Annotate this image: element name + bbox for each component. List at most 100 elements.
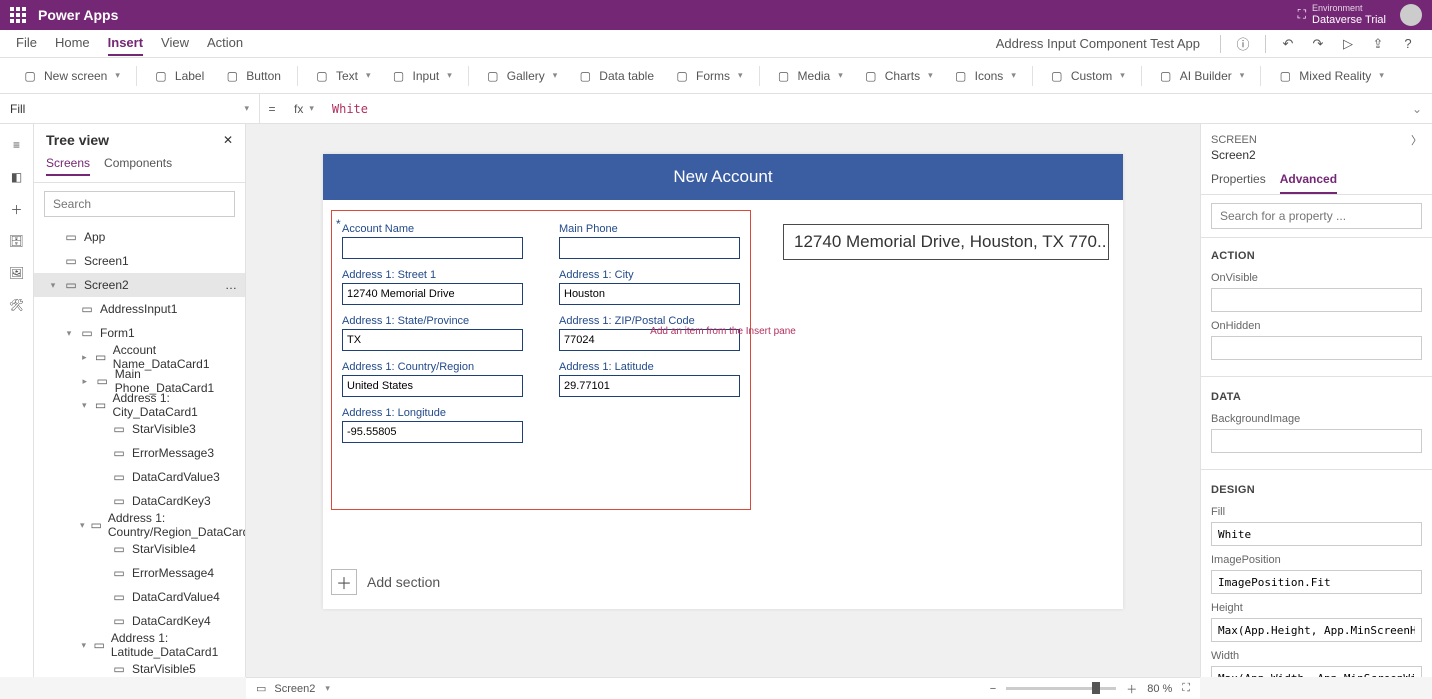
property-input[interactable] — [1211, 570, 1422, 594]
tree-node[interactable]: ▭ErrorMessage4 — [34, 561, 245, 585]
add-icon[interactable]: ＋ — [8, 200, 26, 218]
ribbon-icons[interactable]: ▢Icons▾ — [945, 68, 1024, 84]
twist-icon[interactable]: ▾ — [64, 328, 74, 339]
ribbon-mixed-reality[interactable]: ▢Mixed Reality▾ — [1269, 68, 1392, 84]
tree-node[interactable]: ▭ErrorMessage3 — [34, 441, 245, 465]
menu-insert[interactable]: Insert — [108, 31, 143, 56]
menu-home[interactable]: Home — [55, 31, 90, 56]
tree-node[interactable]: ▭DataCardValue4 — [34, 585, 245, 609]
data-icon[interactable]: 🗄 — [8, 232, 26, 250]
property-input[interactable] — [1211, 618, 1422, 642]
property-input[interactable] — [1211, 429, 1422, 453]
prop-tab-advanced[interactable]: Advanced — [1280, 166, 1337, 194]
ribbon-charts[interactable]: ▢Charts▾ — [855, 68, 941, 84]
tree-node[interactable]: ▭StarVisible3 — [34, 417, 245, 441]
add-section-button[interactable]: ＋ Add section — [331, 569, 440, 595]
formula-input[interactable] — [324, 94, 1402, 123]
waffle-icon[interactable] — [10, 7, 26, 23]
undo-icon[interactable]: ↶ — [1280, 36, 1296, 52]
tree-node[interactable]: ▾▭Address 1: Latitude_DataCard1 — [34, 633, 245, 657]
field-input[interactable] — [559, 237, 740, 259]
canvas-area[interactable]: New Account *Account NameMain PhoneAddre… — [246, 124, 1200, 677]
screen-canvas[interactable]: New Account *Account NameMain PhoneAddre… — [323, 154, 1123, 609]
twist-icon[interactable]: ▾ — [48, 280, 58, 291]
tree-node[interactable]: ▾▭Address 1: Country/Region_DataCard — [34, 513, 245, 537]
tree-node[interactable]: ▭AddressInput1 — [34, 297, 245, 321]
tree-node[interactable]: ▾▭Address 1: City_DataCard1 — [34, 393, 245, 417]
tree-node[interactable]: ▭Screen1 — [34, 249, 245, 273]
tree-node[interactable]: ▭DataCardValue3 — [34, 465, 245, 489]
fx-button[interactable]: fx▾ — [284, 102, 324, 116]
tree-node[interactable]: ▭DataCardKey3 — [34, 489, 245, 513]
formula-expand-icon[interactable]: ⌄ — [1402, 102, 1432, 116]
twist-icon[interactable]: ▸ — [80, 352, 89, 363]
twist-icon[interactable]: ▸ — [80, 376, 90, 387]
tree-search-input[interactable] — [44, 191, 235, 217]
field-input[interactable] — [342, 421, 523, 443]
ribbon-button[interactable]: ▢Button — [216, 68, 289, 84]
menu-file[interactable]: File — [16, 31, 37, 56]
property-selector[interactable]: Fill ▾ — [0, 94, 260, 123]
zoom-in-icon[interactable]: ＋ — [1126, 681, 1137, 697]
menu-view[interactable]: View — [161, 31, 189, 56]
fit-icon[interactable]: ⛶ — [1182, 682, 1190, 695]
chevron-down-icon[interactable]: ▾ — [325, 683, 330, 694]
ribbon-gallery[interactable]: ▢Gallery▾ — [477, 68, 566, 84]
panel-chevron-icon[interactable]: 〉 — [1411, 132, 1422, 148]
twist-icon[interactable]: ▾ — [80, 640, 88, 651]
card-icon: ▭ — [96, 374, 109, 388]
field-input[interactable] — [342, 237, 523, 259]
user-avatar[interactable] — [1400, 4, 1422, 26]
tree-node[interactable]: ▭App — [34, 225, 245, 249]
property-search-input[interactable] — [1211, 203, 1422, 229]
zoom-slider[interactable] — [1006, 687, 1116, 690]
ribbon-data-table[interactable]: ▢Data table — [569, 68, 662, 84]
tree-node[interactable]: ▭DataCardKey4 — [34, 609, 245, 633]
ribbon-ai-builder[interactable]: ▢AI Builder▾ — [1150, 68, 1253, 84]
property-input[interactable] — [1211, 666, 1422, 677]
field-input[interactable] — [342, 283, 523, 305]
ribbon-text[interactable]: ▢Text▾ — [306, 68, 379, 84]
ribbon-forms[interactable]: ▢Forms▾ — [666, 68, 751, 84]
field-input[interactable] — [559, 375, 740, 397]
tree-node[interactable]: ▾▭Screen2… — [34, 273, 245, 297]
app-icon: ▭ — [64, 230, 78, 244]
tree-node[interactable]: ▾▭Form1 — [34, 321, 245, 345]
tools-icon[interactable]: 🛠 — [8, 296, 26, 314]
media-icon[interactable]: 🖼 — [8, 264, 26, 282]
play-icon[interactable]: ▷ — [1340, 36, 1356, 52]
tree-tab-screens[interactable]: Screens — [46, 156, 90, 176]
ribbon-label[interactable]: ▢Label — [145, 68, 212, 84]
tree-node[interactable]: ▸▭Main Phone_DataCard1 — [34, 369, 245, 393]
field-input[interactable] — [342, 375, 523, 397]
zoom-out-icon[interactable]: − — [990, 683, 996, 695]
field-input[interactable] — [342, 329, 523, 351]
property-input[interactable] — [1211, 336, 1422, 360]
status-screen[interactable]: Screen2 — [274, 683, 315, 695]
tree-node[interactable]: ▭StarVisible4 — [34, 537, 245, 561]
more-icon[interactable]: … — [225, 278, 237, 292]
prop-tab-properties[interactable]: Properties — [1211, 166, 1266, 194]
ribbon-custom[interactable]: ▢Custom▾ — [1041, 68, 1133, 84]
twist-icon[interactable]: ▾ — [80, 400, 89, 411]
close-icon[interactable]: ✕ — [223, 133, 233, 147]
property-input[interactable] — [1211, 522, 1422, 546]
tree-icon[interactable]: ◧ — [8, 168, 26, 186]
ribbon-new-screen[interactable]: ▢New screen▾ — [14, 68, 128, 84]
help-icon[interactable]: ? — [1400, 36, 1416, 52]
hamburger-icon[interactable]: ≡ — [8, 136, 26, 154]
menu-action[interactable]: Action — [207, 31, 243, 56]
ribbon-media[interactable]: ▢Media▾ — [768, 68, 851, 84]
form-selection[interactable]: *Account NameMain PhoneAddress 1: Street… — [331, 210, 751, 510]
share-icon[interactable]: ⇪ — [1370, 36, 1386, 52]
property-input[interactable] — [1211, 288, 1422, 312]
redo-icon[interactable]: ↷ — [1310, 36, 1326, 52]
ribbon-input[interactable]: ▢Input▾ — [383, 68, 460, 84]
checker-icon[interactable]: ⓘ — [1235, 36, 1251, 52]
environment-picker[interactable]: Environment Dataverse Trial — [1312, 4, 1386, 26]
tree-tab-components[interactable]: Components — [104, 156, 172, 176]
tree-node[interactable]: ▭StarVisible5 — [34, 657, 245, 677]
field-input[interactable] — [559, 283, 740, 305]
twist-icon[interactable]: ▾ — [80, 520, 85, 531]
tree-node[interactable]: ▸▭Account Name_DataCard1 — [34, 345, 245, 369]
